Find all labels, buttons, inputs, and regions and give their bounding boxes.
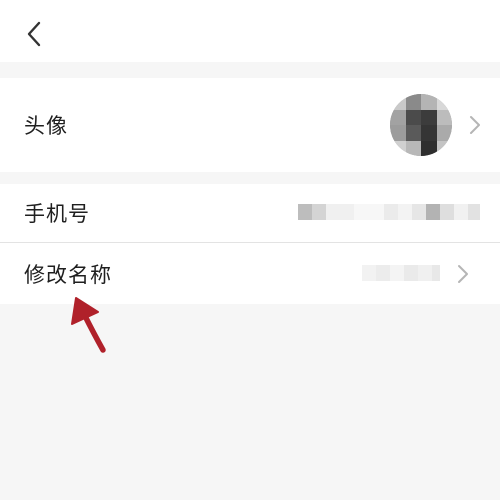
top-bar xyxy=(0,0,500,62)
chevron-right-icon xyxy=(458,265,468,283)
phone-row: 手机号 xyxy=(0,184,500,242)
chevron-right-icon xyxy=(470,116,480,134)
rename-label: 修改名称 xyxy=(24,262,112,287)
avatar[interactable] xyxy=(390,94,452,156)
chevron-left-icon xyxy=(27,21,41,47)
red-arrow-icon xyxy=(71,297,106,353)
back-button[interactable] xyxy=(14,14,54,54)
phone-value-blurred xyxy=(298,204,480,220)
avatar-label: 头像 xyxy=(24,114,68,138)
avatar-card: 头像 xyxy=(0,78,500,172)
avatar-row[interactable]: 头像 xyxy=(0,78,500,172)
name-value-blurred xyxy=(362,265,440,281)
phone-label: 手机号 xyxy=(24,202,90,226)
info-card: 手机号 修改名称 xyxy=(0,184,500,304)
